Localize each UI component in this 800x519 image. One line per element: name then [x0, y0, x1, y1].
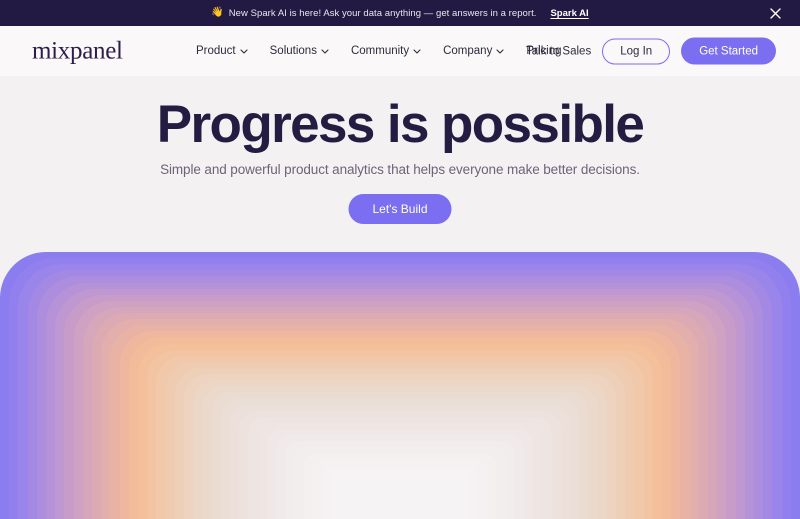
close-icon[interactable]	[766, 4, 784, 22]
nav-item-label: Company	[443, 45, 493, 57]
chevron-down-icon	[496, 48, 504, 54]
nav-item-solutions[interactable]: Solutions	[270, 45, 329, 57]
nav-item-label: Community	[350, 45, 410, 57]
header-actions: Talk to Sales Log In Get Started	[526, 37, 776, 65]
login-button[interactable]: Log In	[602, 38, 671, 64]
page-root: 👋 New Spark AI is here! Ask your data an…	[0, 0, 800, 519]
nav-item-label: Product	[196, 45, 236, 57]
hero-section: Progress is possible Simple and powerful…	[0, 76, 800, 252]
announcement-text: New Spark AI is here! Ask your data anyt…	[228, 7, 537, 19]
chevron-down-icon	[321, 48, 329, 54]
get-started-button[interactable]: Get Started	[681, 37, 776, 65]
nav-item-label: Solutions	[269, 45, 317, 57]
waving-hand-emoji: 👋	[211, 7, 224, 18]
main-navigation: Product Solutions Community Company Pric…	[196, 45, 561, 57]
spark-ai-link[interactable]: Spark AI	[550, 8, 588, 19]
chevron-down-icon	[413, 48, 421, 54]
chevron-down-icon	[240, 48, 248, 54]
site-header: mixpanel Product Solutions Community Com…	[0, 26, 800, 76]
nav-item-product[interactable]: Product	[196, 45, 248, 57]
announcement-banner-content: 👋 New Spark AI is here! Ask your data an…	[211, 8, 588, 19]
concentric-gradient-arch	[0, 252, 800, 519]
arch-band	[340, 477, 460, 519]
lets-build-button[interactable]: Let's Build	[348, 194, 452, 224]
nav-item-community[interactable]: Community	[351, 45, 421, 57]
nav-item-company[interactable]: Company	[443, 45, 504, 57]
page-title: Progress is possible	[156, 95, 645, 154]
mixpanel-logo[interactable]: mixpanel	[32, 39, 123, 64]
hero-subtitle: Simple and powerful product analytics th…	[160, 162, 640, 177]
announcement-banner: 👋 New Spark AI is here! Ask your data an…	[0, 0, 800, 26]
talk-to-sales-link[interactable]: Talk to Sales	[526, 45, 591, 57]
